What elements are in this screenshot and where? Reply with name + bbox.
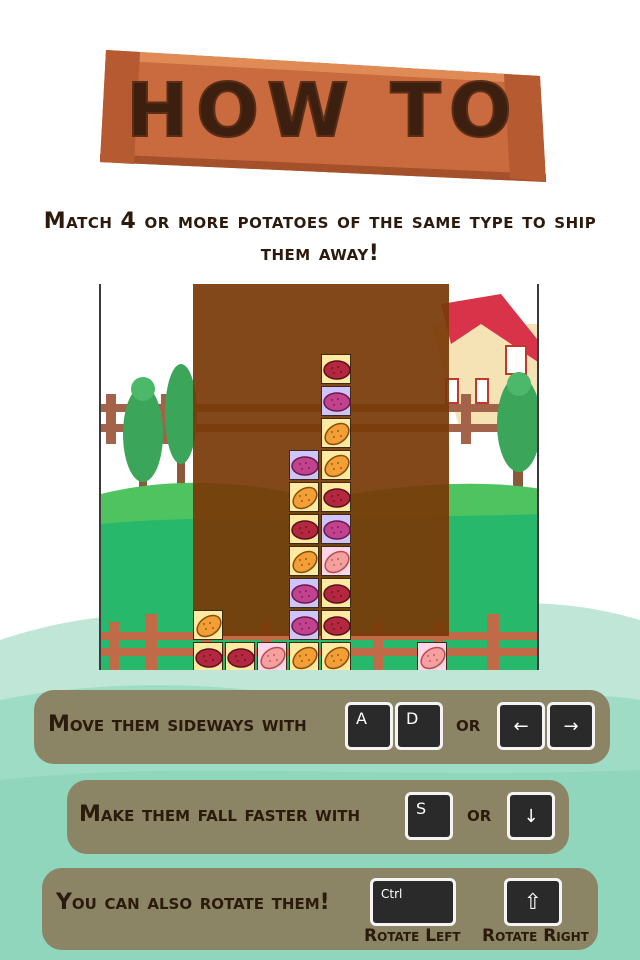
potato-icon [324, 454, 350, 478]
key-down-arrow: ↓ [507, 792, 555, 840]
key-shift-up: ⇧ [504, 878, 562, 926]
fall-instruction: Make them fall faster with [79, 802, 361, 827]
potato-piece-orange [289, 482, 319, 512]
key-a-label: A [356, 709, 367, 728]
potato-piece-orange [321, 450, 351, 480]
potato-icon [291, 616, 319, 636]
potato-icon [227, 648, 255, 668]
puzzle-well [193, 284, 449, 670]
key-ctrl: Ctrl [370, 878, 456, 926]
caption-rotate-right: Rotate Right [482, 926, 589, 946]
potato-piece-red [225, 642, 255, 670]
potato-piece-purple [289, 578, 319, 608]
move-instruction: Move them sideways with [48, 712, 307, 737]
rotate-instruction: You can also rotate them! [56, 890, 330, 915]
key-right-arrow: → [547, 702, 595, 750]
potato-piece-red [321, 482, 351, 512]
potato-icon [323, 520, 351, 540]
potato-piece-red [321, 354, 351, 384]
potato-piece-purple [289, 610, 319, 640]
potato-piece-purple [289, 450, 319, 480]
key-d-label: D [406, 709, 419, 728]
game-scene [99, 284, 539, 670]
potato-icon [195, 648, 223, 668]
key-s-label: S [416, 799, 427, 818]
instructions-text: Match 4 or more potatoes of the same typ… [43, 209, 597, 266]
right-arrow-icon: → [563, 715, 579, 737]
potato-piece-orange [193, 610, 223, 640]
potato-icon [292, 550, 318, 574]
key-d: D [395, 702, 443, 750]
panel-rotate: You can also rotate them! Ctrl ⇧ Rotate … [42, 868, 598, 950]
potato-piece-orange [289, 642, 319, 670]
potato-icon [323, 392, 351, 412]
key-a: A [345, 702, 393, 750]
potato-icon [291, 520, 319, 540]
potato-icon [291, 584, 319, 604]
potato-piece-pink [417, 642, 447, 670]
panel-fall: Make them fall faster with S or ↓ [67, 780, 569, 854]
title-sign: HOW TO [100, 50, 546, 182]
potato-piece-red [289, 514, 319, 544]
potato-icon [323, 488, 351, 508]
potato-icon [323, 584, 351, 604]
key-left-arrow: ← [497, 702, 545, 750]
potato-piece-purple [321, 514, 351, 544]
potato-piece-purple [321, 386, 351, 416]
potato-icon [260, 646, 286, 670]
left-arrow-icon: ← [513, 715, 529, 737]
up-arrow-icon: ⇧ [523, 889, 543, 915]
potato-piece-red [321, 610, 351, 640]
potato-icon [292, 486, 318, 510]
potato-icon [292, 646, 318, 670]
potato-piece-orange [321, 418, 351, 448]
page-title: HOW TO [125, 67, 520, 155]
down-arrow-icon: ↓ [523, 805, 539, 827]
key-ctrl-label: Ctrl [381, 887, 403, 901]
key-s: S [405, 792, 453, 840]
panel-move: Move them sideways with A D or ← → [34, 690, 610, 764]
potato-icon [420, 646, 446, 670]
potato-icon [324, 646, 350, 670]
or-text: or [467, 802, 492, 827]
caption-rotate-left: Rotate Left [364, 926, 461, 946]
potato-piece-pink [321, 546, 351, 576]
potato-piece-red [193, 642, 223, 670]
or-text: or [456, 712, 481, 737]
potato-piece-red [321, 578, 351, 608]
potato-icon [324, 422, 350, 446]
potato-piece-pink [257, 642, 287, 670]
potato-piece-orange [321, 642, 351, 670]
potato-icon [323, 360, 351, 380]
potato-icon [324, 550, 350, 574]
potato-piece-orange [289, 546, 319, 576]
potato-icon [291, 456, 319, 476]
potato-icon [323, 616, 351, 636]
potato-icon [196, 614, 222, 638]
